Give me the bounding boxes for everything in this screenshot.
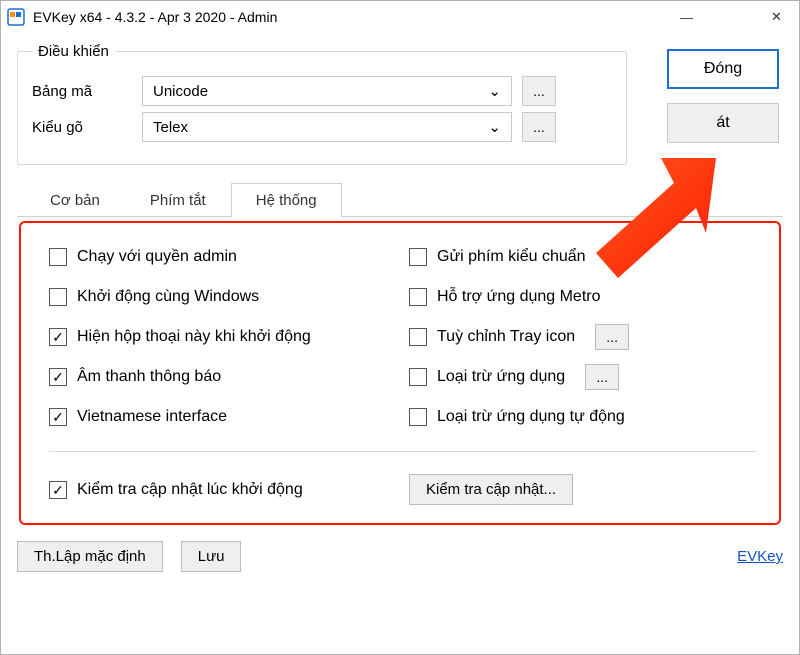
window-frame: EVKey x64 - 4.3.2 - Apr 3 2020 - Admin —…	[0, 0, 800, 655]
checkbox-icon	[49, 328, 67, 346]
titlebar: EVKey x64 - 4.3.2 - Apr 3 2020 - Admin —…	[1, 1, 799, 33]
opt-run-admin[interactable]: Chạy với quyền admin	[49, 245, 397, 269]
close-window-button[interactable]: ✕	[754, 3, 799, 31]
check-update-button[interactable]: Kiểm tra cập nhật...	[409, 474, 573, 505]
checkbox-icon	[49, 368, 67, 386]
control-group: Điều khiển Bảng mã Unicode ⌄ ... Kiểu gõ…	[17, 43, 627, 165]
checkbox-icon	[49, 288, 67, 306]
opt-start-with-windows[interactable]: Khởi động cùng Windows	[49, 285, 397, 309]
client-area: Đóng át Điều khiển Bảng mã Unicode ⌄ ...…	[1, 33, 799, 654]
checkbox-icon	[409, 408, 427, 426]
tray-icon-more-button[interactable]: ...	[595, 324, 629, 350]
window-title: EVKey x64 - 4.3.2 - Apr 3 2020 - Admin	[33, 9, 277, 25]
opt-label: Chạy với quyền admin	[77, 248, 237, 266]
encoding-more-button[interactable]: ...	[522, 76, 556, 106]
opt-exclude-apps[interactable]: Loại trừ ứng dụng ...	[409, 365, 757, 389]
opt-check-update-startup[interactable]: Kiểm tra cập nhật lúc khởi động	[49, 474, 397, 505]
opt-label: Vietnamese interface	[77, 408, 227, 426]
opt-show-dialog-startup[interactable]: Hiện hộp thoại này khi khởi động	[49, 325, 397, 349]
checkbox-icon	[409, 288, 427, 306]
checkbox-icon	[409, 368, 427, 386]
control-legend: Điều khiển	[32, 43, 115, 60]
tab-basic[interactable]: Cơ bản	[25, 183, 125, 217]
save-button[interactable]: Lưu	[181, 541, 242, 572]
input-method-label: Kiểu gõ	[32, 119, 142, 136]
exit-button[interactable]: át	[667, 103, 779, 143]
opt-label: Tuỳ chỉnh Tray icon	[437, 328, 575, 346]
opt-label: Âm thanh thông báo	[77, 368, 221, 386]
close-button[interactable]: Đóng	[667, 49, 779, 89]
defaults-button[interactable]: Th.Lập mặc định	[17, 541, 163, 572]
chevron-down-icon: ⌄	[488, 82, 501, 100]
chevron-down-icon: ⌄	[488, 118, 501, 136]
encoding-label: Bảng mã	[32, 83, 142, 100]
opt-label: Khởi động cùng Windows	[77, 288, 259, 306]
opt-vietnamese-interface[interactable]: Vietnamese interface	[49, 405, 397, 429]
checkbox-icon	[49, 408, 67, 426]
checkbox-icon	[49, 248, 67, 266]
exclude-apps-more-button[interactable]: ...	[585, 364, 619, 390]
opt-label: Gửi phím kiểu chuẩn	[437, 248, 586, 266]
tab-content-system: Chạy với quyền admin Gửi phím kiểu chuẩn…	[19, 221, 781, 525]
opt-label: Kiểm tra cập nhật lúc khởi động	[77, 481, 303, 499]
opt-exclude-apps-auto[interactable]: Loại trừ ứng dụng tự động	[409, 405, 757, 429]
minimize-button[interactable]: —	[664, 3, 709, 31]
opt-label: Loại trừ ứng dụng	[437, 368, 565, 386]
tab-shortcut[interactable]: Phím tắt	[125, 183, 231, 217]
opt-send-standard-keys[interactable]: Gửi phím kiểu chuẩn	[409, 245, 757, 269]
checkbox-icon	[49, 481, 67, 499]
opt-label: Loại trừ ứng dụng tự động	[437, 408, 625, 426]
opt-label: Hỗ trợ ứng dụng Metro	[437, 288, 601, 306]
checkbox-icon	[409, 328, 427, 346]
evkey-link[interactable]: EVKey	[737, 548, 783, 565]
opt-metro-support[interactable]: Hỗ trợ ứng dụng Metro	[409, 285, 757, 309]
encoding-value: Unicode	[153, 83, 208, 100]
input-method-value: Telex	[153, 119, 188, 136]
tab-strip: Cơ bản Phím tắt Hệ thống	[17, 183, 783, 217]
checkbox-icon	[409, 248, 427, 266]
opt-tray-icon[interactable]: Tuỳ chỉnh Tray icon ...	[409, 325, 757, 349]
app-icon	[7, 8, 25, 26]
tab-system[interactable]: Hệ thống	[231, 183, 342, 217]
opt-sound-notify[interactable]: Âm thanh thông báo	[49, 365, 397, 389]
opt-label: Hiện hộp thoại này khi khởi động	[77, 328, 311, 346]
separator	[49, 451, 757, 452]
encoding-select[interactable]: Unicode ⌄	[142, 76, 512, 106]
footer: Th.Lập mặc định Lưu EVKey	[17, 541, 783, 572]
input-method-more-button[interactable]: ...	[522, 112, 556, 142]
input-method-select[interactable]: Telex ⌄	[142, 112, 512, 142]
